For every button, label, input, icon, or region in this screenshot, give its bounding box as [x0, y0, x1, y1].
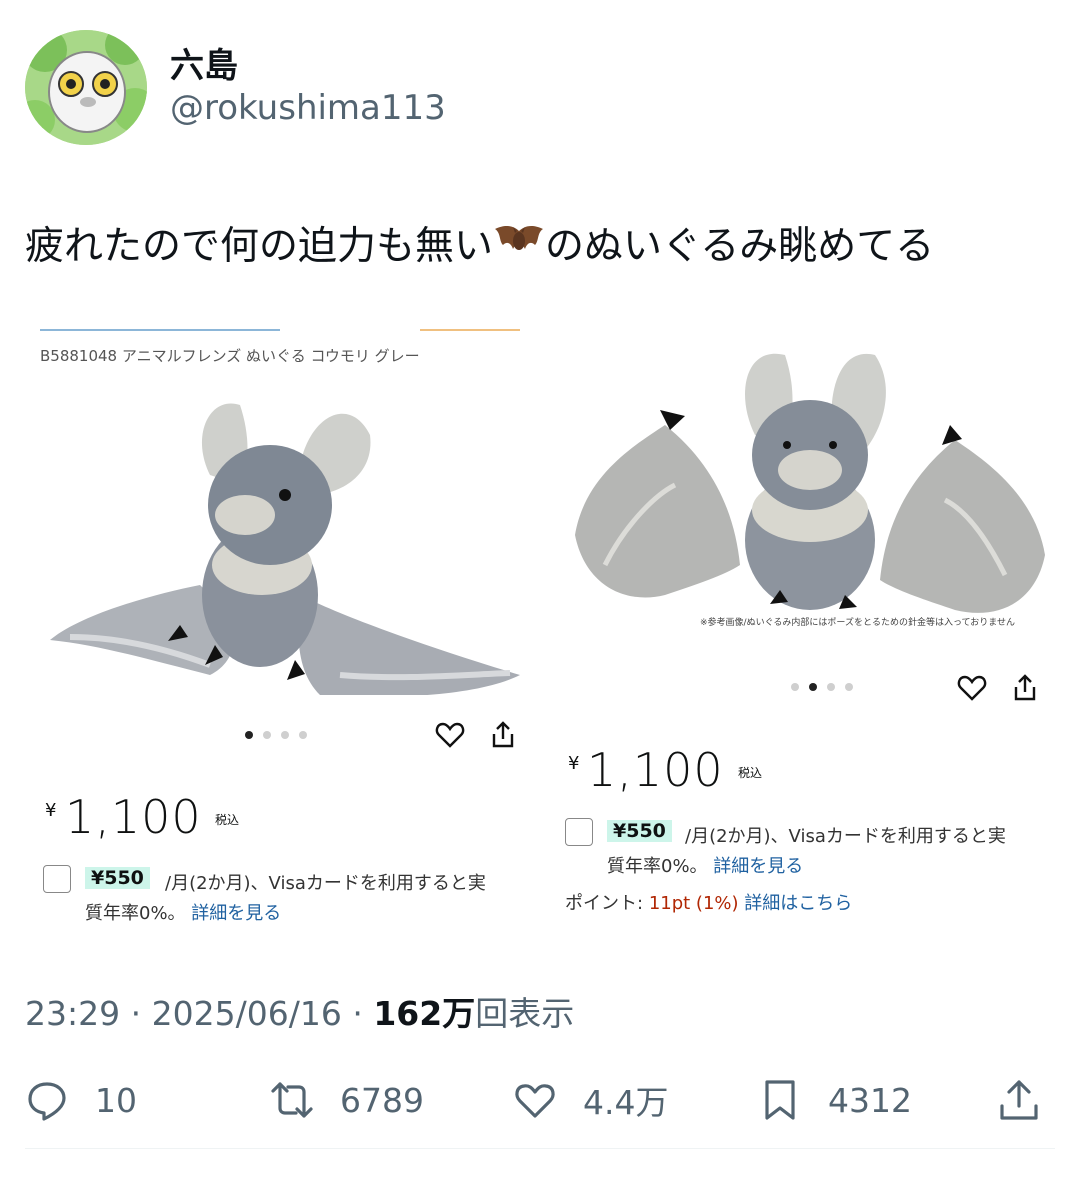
- user-handle[interactable]: @rokushima113: [170, 88, 446, 128]
- carousel-dots-left[interactable]: [245, 731, 307, 739]
- installment-rate-text: 質年率0%。: [85, 903, 186, 924]
- points-row: ポイント: 11pt (1%) 詳細はこちら: [565, 889, 852, 915]
- points-details-link[interactable]: 詳細はこちら: [744, 893, 852, 914]
- share-button[interactable]: [997, 1070, 1041, 1130]
- share-icon: [1000, 1080, 1038, 1120]
- yen-symbol: ¥: [45, 800, 57, 821]
- tweet-actions: 10 6789 4.4万 4312: [25, 1070, 1055, 1130]
- installment-rate: 質年率0%。 詳細を見る: [607, 852, 803, 878]
- bookmark-count: 4312: [828, 1080, 912, 1120]
- views-label: 回表示: [475, 994, 575, 1033]
- points-label: ポイント:: [565, 893, 644, 914]
- bookmark-button[interactable]: 4312: [758, 1070, 912, 1130]
- photo-note: ※参考画像/ぬいぐるみ内部にはポーズをとるための針金等は入っておりません: [700, 618, 1015, 628]
- carousel-dot[interactable]: [809, 683, 817, 691]
- installment-text: /月(2か月)、Visaカードを利用すると実: [685, 826, 1006, 847]
- share-icon[interactable]: [488, 720, 518, 750]
- reply-count: 10: [95, 1080, 137, 1120]
- carousel-dot[interactable]: [845, 683, 853, 691]
- media-right[interactable]: ※参考画像/ぬいぐるみ内部にはポーズをとるための針金等は入っておりません ¥ 1…: [555, 315, 1055, 935]
- price: 1,100: [65, 790, 202, 844]
- retweet-button[interactable]: 6789: [270, 1070, 424, 1130]
- like-button[interactable]: 4.4万: [513, 1070, 668, 1130]
- yen-symbol: ¥: [568, 753, 580, 774]
- retweet-icon: [271, 1082, 313, 1118]
- tweet-time: 23:29: [25, 994, 121, 1033]
- reply-button[interactable]: 10: [25, 1070, 137, 1130]
- carousel-dot[interactable]: [245, 731, 253, 739]
- bookmark-icon: [765, 1080, 795, 1120]
- carousel-dot[interactable]: [791, 683, 799, 691]
- product-id: B5881048 アニマルフレンズ ぬいぐる コウモリ グレー: [40, 347, 420, 365]
- tweet-text-before: 疲れたので何の迫力も無い: [25, 224, 494, 269]
- carousel-dot[interactable]: [263, 731, 271, 739]
- carousel-dot[interactable]: [299, 731, 307, 739]
- top-link-line-orange: [420, 329, 520, 331]
- retweet-count: 6789: [340, 1080, 424, 1120]
- carousel-dot[interactable]: [827, 683, 835, 691]
- avatar[interactable]: [25, 30, 147, 145]
- details-link[interactable]: 詳細を見る: [713, 856, 803, 877]
- heart-icon: [515, 1084, 555, 1118]
- bat-plush-photo-right: [565, 335, 1055, 625]
- tax-label: 税込: [738, 766, 763, 780]
- details-link[interactable]: 詳細を見る: [191, 903, 281, 924]
- carousel-dot[interactable]: [281, 731, 289, 739]
- reply-icon: [28, 1082, 66, 1121]
- media-left[interactable]: B5881048 アニマルフレンズ ぬいぐる コウモリ グレー ¥ 1,100 …: [25, 315, 540, 935]
- tweet-text-after: のぬいぐるみ眺めてる: [545, 224, 935, 269]
- media-grid[interactable]: B5881048 アニマルフレンズ ぬいぐる コウモリ グレー ¥ 1,100 …: [25, 315, 1055, 955]
- separator: ·: [130, 994, 142, 1033]
- points-value: 11pt (1%): [648, 893, 739, 914]
- share-icon[interactable]: [1010, 673, 1040, 703]
- bat-emoji-icon: [493, 221, 545, 265]
- bat-plush-photo-left: [40, 375, 530, 695]
- installment-rate-text: 質年率0%。: [607, 856, 708, 877]
- views-count: 162万: [373, 994, 476, 1033]
- installment-checkbox[interactable]: [565, 818, 593, 846]
- tweet-date: 2025/06/16: [151, 994, 342, 1033]
- price: 1,100: [587, 743, 724, 797]
- separator: ·: [352, 994, 363, 1033]
- tax-label: 税込: [215, 813, 240, 827]
- installment-amount: ¥550: [607, 820, 672, 842]
- tweet-timestamp[interactable]: 23:29 · 2025/06/16 · 162万回表示: [25, 987, 574, 1035]
- heart-icon[interactable]: [435, 720, 465, 750]
- display-name[interactable]: 六島: [170, 38, 238, 87]
- installment-amount: ¥550: [85, 867, 150, 889]
- installment-checkbox[interactable]: [43, 865, 71, 893]
- heart-icon[interactable]: [957, 673, 987, 703]
- top-link-line: [40, 329, 280, 331]
- tweet-text: 疲れたので何の迫力も無い のぬいぐるみ眺めてる: [25, 215, 934, 271]
- carousel-dots-right[interactable]: [791, 683, 853, 691]
- installment-rate: 質年率0%。 詳細を見る: [85, 899, 281, 925]
- installment-text: /月(2か月)、Visaカードを利用すると実: [165, 873, 486, 894]
- divider: [25, 1148, 1055, 1149]
- like-count: 4.4万: [583, 1083, 669, 1122]
